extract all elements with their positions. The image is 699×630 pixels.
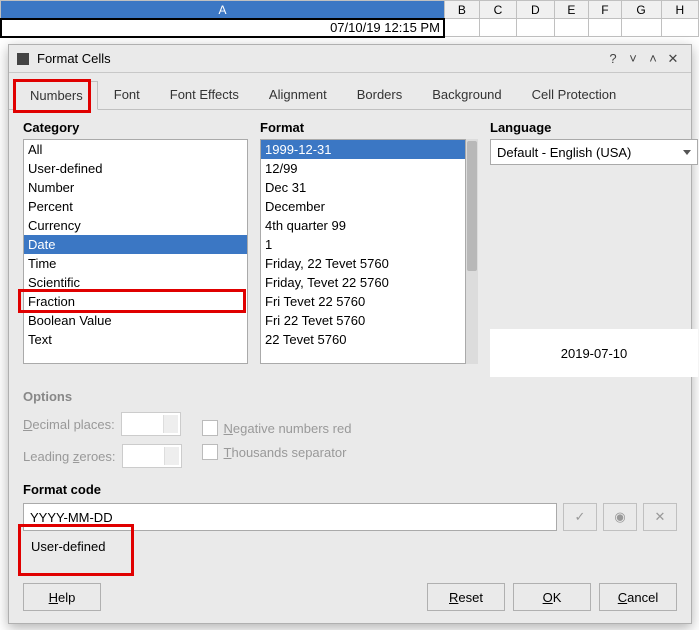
category-item[interactable]: Scientific <box>24 273 247 292</box>
format-label: Format <box>260 120 478 135</box>
format-item[interactable]: Fri 22 Tevet 5760 <box>261 311 465 330</box>
col-header[interactable]: F <box>589 1 621 19</box>
cell[interactable] <box>517 19 554 37</box>
tab-numbers[interactable]: Numbers <box>15 81 98 110</box>
col-header[interactable]: B <box>444 1 479 19</box>
cancel-button[interactable]: Cancel <box>599 583 677 611</box>
format-item[interactable]: 22 Tevet 5760 <box>261 330 465 349</box>
cell[interactable] <box>661 19 698 37</box>
category-item[interactable]: User-defined <box>24 159 247 178</box>
help-icon[interactable]: ? <box>603 51 623 66</box>
category-label: Category <box>23 120 248 135</box>
category-item[interactable]: Boolean Value <box>24 311 247 330</box>
titlebar[interactable]: Format Cells ? ˅ ˄ ✕ <box>9 45 691 73</box>
cell[interactable] <box>621 19 661 37</box>
apply-icon[interactable]: ✓ <box>563 503 597 531</box>
category-item[interactable]: Time <box>24 254 247 273</box>
tab-background[interactable]: Background <box>418 81 515 109</box>
thousands-label: Thousands separator <box>224 445 347 460</box>
format-item[interactable]: 1999-12-31 <box>261 140 465 159</box>
category-item-date[interactable]: Date <box>24 235 247 254</box>
category-list[interactable]: All User-defined Number Percent Currency… <box>23 139 248 364</box>
leading-zeroes-label: Leading zeroes: <box>23 449 116 464</box>
format-cells-dialog: Format Cells ? ˅ ˄ ✕ Numbers Font Font E… <box>8 44 692 624</box>
options-heading: Options <box>23 389 677 404</box>
format-code-heading: Format code <box>23 482 677 497</box>
negative-red-label: Negative numbers red <box>224 421 352 436</box>
tab-font-effects[interactable]: Font Effects <box>156 81 253 109</box>
category-item[interactable]: Number <box>24 178 247 197</box>
language-select[interactable]: Default - English (USA) <box>490 139 698 165</box>
category-item[interactable]: All <box>24 140 247 159</box>
maximize-icon[interactable]: ˄ <box>643 51 663 66</box>
ok-button[interactable]: OK <box>513 583 591 611</box>
cell[interactable] <box>479 19 516 37</box>
format-item[interactable]: Friday, Tevet 22 5760 <box>261 273 465 292</box>
format-list[interactable]: 1999-12-31 12/99 Dec 31 December 4th qua… <box>260 139 466 364</box>
language-value: Default - English (USA) <box>497 145 631 160</box>
format-item[interactable]: Dec 31 <box>261 178 465 197</box>
col-header-a[interactable]: A <box>1 1 445 19</box>
close-icon[interactable]: ✕ <box>663 51 683 67</box>
cell[interactable] <box>444 19 479 37</box>
dialog-title: Format Cells <box>37 51 603 66</box>
preview-icon[interactable]: ◉ <box>603 503 637 531</box>
leading-zeroes-spinner <box>122 444 182 468</box>
cell[interactable] <box>589 19 621 37</box>
help-button[interactable]: Help <box>23 583 101 611</box>
thousands-checkbox <box>202 444 218 460</box>
format-preview: 2019-07-10 <box>490 329 698 377</box>
chevron-down-icon <box>683 150 691 155</box>
format-item[interactable]: 1 <box>261 235 465 254</box>
category-item[interactable]: Text <box>24 330 247 349</box>
format-scrollbar[interactable] <box>466 139 478 364</box>
cell-a1[interactable]: 07/10/19 12:15 PM <box>1 19 445 37</box>
category-item[interactable]: Currency <box>24 216 247 235</box>
spreadsheet-grid[interactable]: A B C D E F G H 07/10/19 12:15 PM <box>0 0 699 37</box>
format-code-input[interactable] <box>23 503 557 531</box>
col-header[interactable]: H <box>661 1 698 19</box>
tab-font[interactable]: Font <box>100 81 154 109</box>
cell[interactable] <box>554 19 589 37</box>
format-item[interactable]: 12/99 <box>261 159 465 178</box>
format-item[interactable]: Fri Tevet 22 5760 <box>261 292 465 311</box>
tab-strip: Numbers Font Font Effects Alignment Bord… <box>9 73 691 110</box>
app-icon <box>17 53 29 65</box>
category-item[interactable]: Fraction <box>24 292 247 311</box>
col-header[interactable]: D <box>517 1 554 19</box>
reset-button[interactable]: Reset <box>427 583 505 611</box>
col-header[interactable]: C <box>479 1 516 19</box>
format-item[interactable]: December <box>261 197 465 216</box>
tab-borders[interactable]: Borders <box>343 81 417 109</box>
col-header[interactable]: G <box>621 1 661 19</box>
format-item[interactable]: 4th quarter 99 <box>261 216 465 235</box>
negative-red-checkbox <box>202 420 218 436</box>
tab-alignment[interactable]: Alignment <box>255 81 341 109</box>
minimize-icon[interactable]: ˅ <box>623 51 643 66</box>
delete-icon[interactable]: ✕ <box>643 503 677 531</box>
format-item[interactable]: Friday, 22 Tevet 5760 <box>261 254 465 273</box>
language-label: Language <box>490 120 698 135</box>
tab-cell-protection[interactable]: Cell Protection <box>518 81 631 109</box>
col-header[interactable]: E <box>554 1 589 19</box>
decimal-places-label: Decimal places: <box>23 417 115 432</box>
category-item[interactable]: Percent <box>24 197 247 216</box>
decimal-places-spinner <box>121 412 181 436</box>
user-defined-label: User-defined <box>31 539 677 554</box>
